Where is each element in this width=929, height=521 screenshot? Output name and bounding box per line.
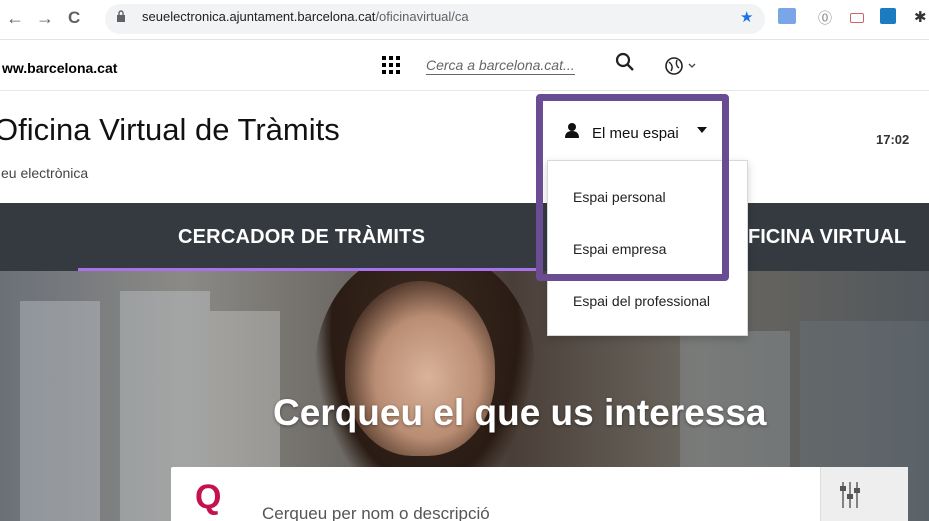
chevron-down-icon	[697, 127, 707, 133]
page-title: Oficina Virtual de Tràmits	[0, 112, 340, 147]
bookmark-star-icon[interactable]: ★	[740, 8, 753, 26]
bookmark-extension-icon[interactable]	[880, 8, 896, 24]
barcelona-home-link[interactable]: ww.barcelona.cat	[2, 60, 117, 76]
search-icon[interactable]	[615, 52, 635, 72]
tab-oficina-virtual[interactable]: FICINA VIRTUAL	[748, 226, 906, 249]
clock: 17:02	[876, 132, 910, 147]
forward-button[interactable]: →	[36, 8, 54, 29]
hero-title: Cerqueu el que us interessa	[273, 392, 767, 433]
user-icon	[565, 123, 579, 138]
media-extension-icon[interactable]	[850, 13, 864, 23]
apps-grid-icon[interactable]	[382, 56, 400, 74]
tab-cercador-tramits[interactable]: CERCADOR DE TRÀMITS	[178, 226, 425, 249]
lock-icon	[117, 10, 125, 22]
procedure-search-input[interactable]: Cerqueu per nom o descripció	[262, 504, 490, 521]
el-meu-espai-label: El meu espai	[592, 125, 679, 142]
reload-button[interactable]: C	[68, 8, 80, 28]
filter-button[interactable]	[820, 467, 908, 521]
site-search-input[interactable]: Cerca a barcelona.cat...	[426, 57, 575, 75]
url-path: /oficinavirtual/ca	[375, 9, 469, 24]
search-logo-icon: Q	[195, 478, 222, 516]
help-extension-icon[interactable]: ⓪	[818, 8, 832, 28]
filter-sliders-icon	[840, 482, 860, 508]
page-subtitle: eu electrònica	[1, 165, 89, 181]
menu-item-espai-professional[interactable]: Espai del professional	[573, 293, 710, 309]
url-host: seuelectronica.ajuntament.barcelona.cat	[142, 9, 376, 24]
back-button[interactable]: ←	[6, 8, 24, 29]
extensions-puzzle-icon[interactable]: ✱	[914, 8, 927, 26]
translate-extension-icon[interactable]	[778, 8, 796, 24]
url-text: seuelectronica.ajuntament.barcelona.cat/…	[142, 9, 469, 24]
language-globe-icon[interactable]	[665, 57, 699, 75]
